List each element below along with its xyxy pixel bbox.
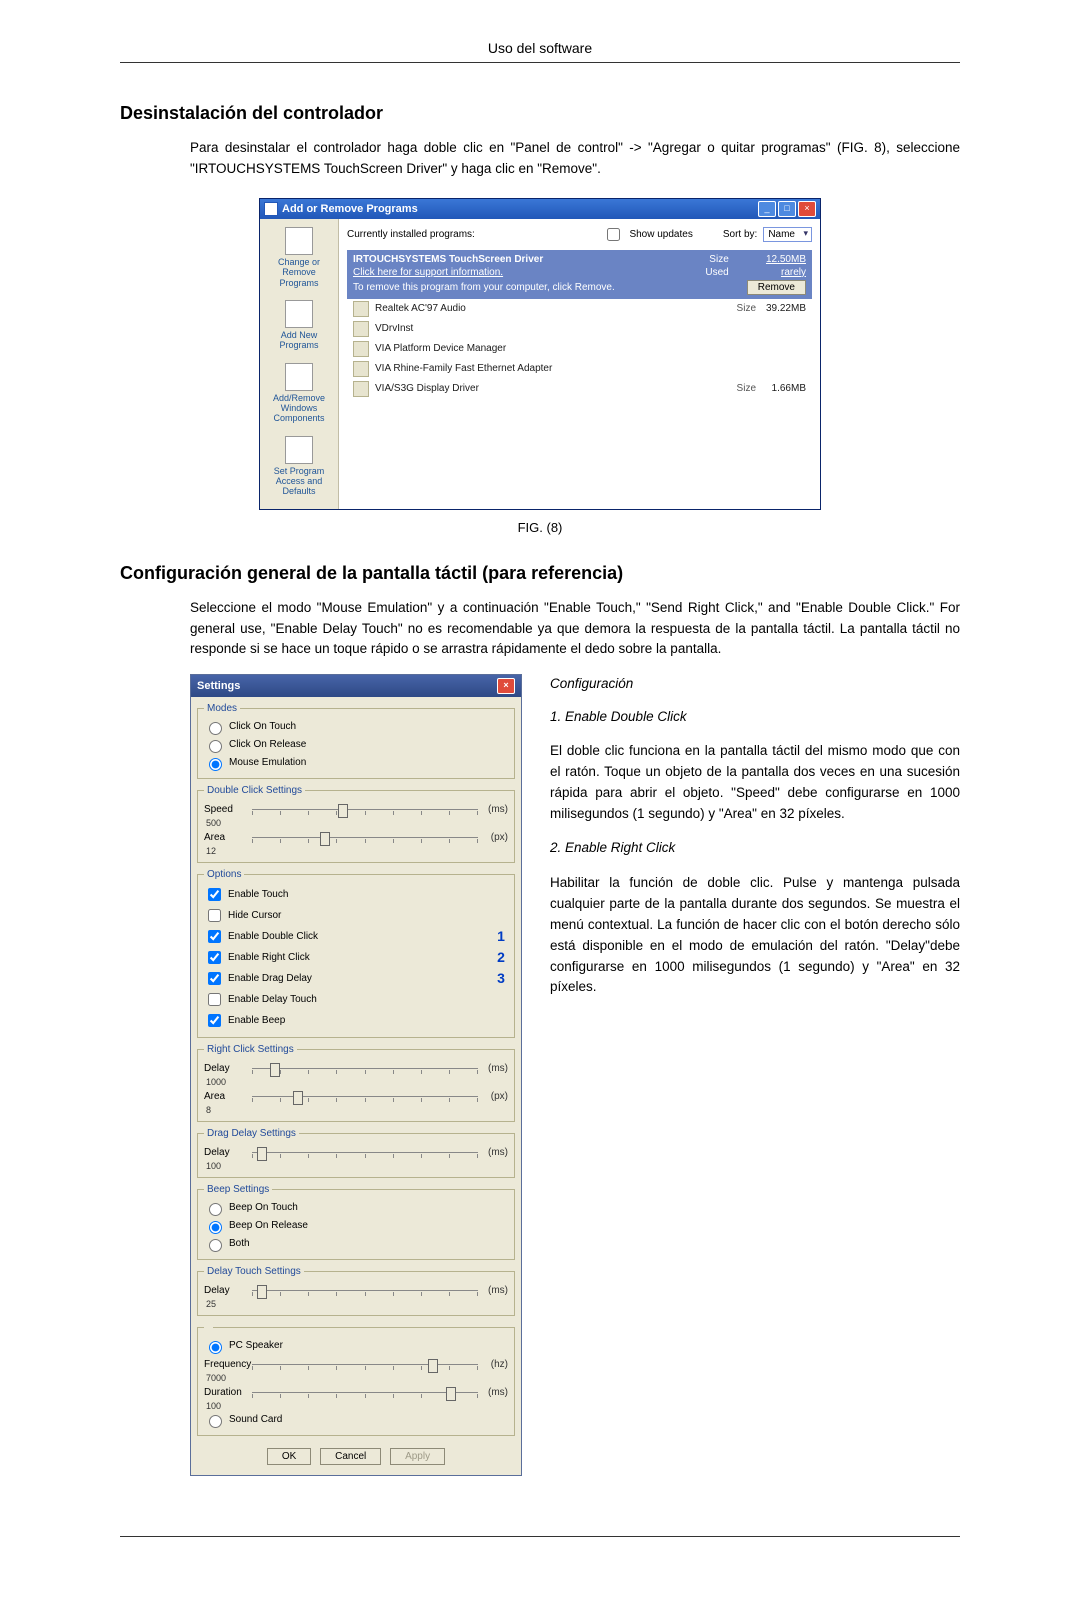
add-remove-programs-window: Add or Remove Programs _ □ × Change or R… xyxy=(259,198,821,510)
rcs-area-slider[interactable] xyxy=(252,1090,478,1104)
apply-button[interactable]: Apply xyxy=(390,1448,445,1465)
close-button[interactable]: × xyxy=(798,201,816,217)
cd-icon xyxy=(285,300,313,328)
program-row[interactable]: Realtek AC'97 Audio Size 39.22MB xyxy=(347,299,812,319)
dts-group: Delay Touch Settings Delay(ms) 25 xyxy=(197,1266,515,1316)
beep-group: Beep Settings Beep On Touch Beep On Rele… xyxy=(197,1184,515,1260)
program-row[interactable]: VIA Rhine-Family Fast Ethernet Adapter xyxy=(347,359,812,379)
badge-2: 2 xyxy=(494,949,508,965)
cancel-button[interactable]: Cancel xyxy=(320,1448,381,1465)
page-header: Uso del software xyxy=(120,40,960,63)
arp-sidebar: Change or Remove Programs Add New Progra… xyxy=(260,219,339,509)
section2-body: Seleccione el modo "Mouse Emulation" y a… xyxy=(190,598,960,661)
beep-both-radio[interactable] xyxy=(209,1239,222,1252)
sort-by-dropdown[interactable]: Name xyxy=(763,227,812,242)
remove-button[interactable]: Remove xyxy=(747,280,806,295)
enable-double-click-checkbox[interactable] xyxy=(208,930,221,943)
dcs-group: Double Click Settings Speed(ms) 500 Area… xyxy=(197,785,515,863)
cfg-sub2: 2. Enable Right Click xyxy=(550,838,960,859)
dts-delay-slider[interactable] xyxy=(252,1284,478,1298)
click-on-touch-radio[interactable] xyxy=(209,722,222,735)
box-icon xyxy=(285,227,313,255)
badge-3: 3 xyxy=(494,970,508,986)
side-defaults[interactable]: Set Program Access and Defaults xyxy=(262,432,336,505)
cfg-p2: Habilitar la función de doble clic. Puls… xyxy=(550,873,960,999)
beep-release-radio[interactable] xyxy=(209,1221,222,1234)
side-change-remove[interactable]: Change or Remove Programs xyxy=(262,223,336,296)
program-row[interactable]: VIA/S3G Display Driver Size 1.66MB xyxy=(347,379,812,399)
settings-titlebar: Settings × xyxy=(191,675,521,697)
windows-icon xyxy=(285,363,313,391)
support-link[interactable]: Click here for support information. xyxy=(353,267,687,278)
program-icon xyxy=(353,301,369,317)
enable-beep-checkbox[interactable] xyxy=(208,1014,221,1027)
settings-window: Settings × Modes Click On Touch Click On… xyxy=(190,674,522,1476)
arp-title-label: Add or Remove Programs xyxy=(282,203,758,215)
program-icon xyxy=(353,361,369,377)
speaker-group: PC Speaker Frequency(hz) 7000 Duration(m… xyxy=(197,1322,515,1436)
click-on-release-radio[interactable] xyxy=(209,740,222,753)
show-updates-label: Show updates xyxy=(629,229,692,240)
maximize-button[interactable]: □ xyxy=(778,201,796,217)
rcs-delay-slider[interactable] xyxy=(252,1062,478,1076)
dds-delay-slider[interactable] xyxy=(252,1146,478,1160)
program-row[interactable]: VIA Platform Device Manager xyxy=(347,339,812,359)
configuracion-heading: Configuración xyxy=(550,674,960,695)
current-programs-label: Currently installed programs: xyxy=(347,229,475,240)
options-group: Options Enable Touch Hide Cursor Enable … xyxy=(197,869,515,1038)
used-value: rarely xyxy=(747,267,806,278)
used-label: Used xyxy=(705,267,728,278)
arp-titlebar: Add or Remove Programs _ □ × xyxy=(260,199,820,219)
enable-delay-touch-checkbox[interactable] xyxy=(208,993,221,1006)
cfg-sub1: 1. Enable Double Click xyxy=(550,707,960,728)
fig8-caption: FIG. (8) xyxy=(120,520,960,535)
sound-card-radio[interactable] xyxy=(209,1415,222,1428)
badge-1: 1 xyxy=(494,928,508,944)
dds-group: Drag Delay Settings Delay(ms) 100 xyxy=(197,1128,515,1178)
speed-slider[interactable] xyxy=(252,803,478,817)
selected-size-value: 12.50MB xyxy=(747,254,806,265)
program-icon xyxy=(353,381,369,397)
program-icon xyxy=(353,341,369,357)
arp-title-icon xyxy=(264,202,278,216)
side-windows-components[interactable]: Add/Remove Windows Components xyxy=(262,359,336,432)
program-row[interactable]: VDrvInst xyxy=(347,319,812,339)
side-add-new[interactable]: Add New Programs xyxy=(262,296,336,359)
program-icon xyxy=(353,321,369,337)
enable-touch-checkbox[interactable] xyxy=(208,888,221,901)
hide-cursor-checkbox[interactable] xyxy=(208,909,221,922)
modes-group: Modes Click On Touch Click On Release Mo… xyxy=(197,703,515,779)
section2-title: Configuración general de la pantalla tác… xyxy=(120,563,960,584)
minimize-button[interactable]: _ xyxy=(758,201,776,217)
rcs-group: Right Click Settings Delay(ms) 1000 Area… xyxy=(197,1044,515,1122)
selected-program-name: IRTOUCHSYSTEMS TouchScreen Driver xyxy=(353,254,687,265)
enable-right-click-checkbox[interactable] xyxy=(208,951,221,964)
section1-title: Desinstalación del controlador xyxy=(120,103,960,124)
show-updates-checkbox[interactable] xyxy=(607,228,620,241)
mouse-emulation-radio[interactable] xyxy=(209,758,222,771)
sort-by-label: Sort by: xyxy=(723,229,757,240)
ok-button[interactable]: OK xyxy=(267,1448,311,1465)
section1-body: Para desinstalar el controlador haga dob… xyxy=(190,138,960,180)
beep-touch-radio[interactable] xyxy=(209,1203,222,1216)
star-icon xyxy=(285,436,313,464)
close-button[interactable]: × xyxy=(497,678,515,694)
enable-drag-delay-checkbox[interactable] xyxy=(208,972,221,985)
area-slider[interactable] xyxy=(252,831,478,845)
freq-slider[interactable] xyxy=(252,1358,478,1372)
remove-line: To remove this program from your compute… xyxy=(353,282,729,293)
selected-size-label: Size xyxy=(705,254,728,265)
cfg-p1: El doble clic funciona en la pantalla tá… xyxy=(550,741,960,825)
selected-program[interactable]: IRTOUCHSYSTEMS TouchScreen Driver Size 1… xyxy=(347,250,812,299)
pc-speaker-radio[interactable] xyxy=(209,1341,222,1354)
dur-slider[interactable] xyxy=(252,1386,478,1400)
